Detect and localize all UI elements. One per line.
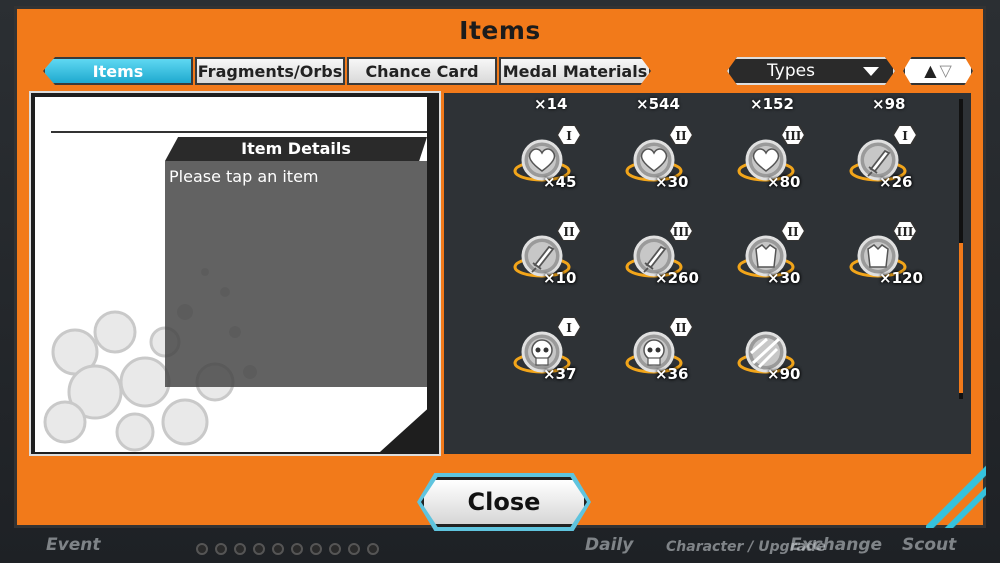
tab-fragments-orbs[interactable]: Fragments/Orbs (195, 57, 345, 85)
item-count: ×260 (655, 269, 699, 287)
modal-title-bar: Items (17, 9, 983, 53)
svg-text:II: II (675, 321, 687, 335)
close-button[interactable]: Close (421, 477, 587, 527)
types-dropdown-label: Types (767, 61, 815, 81)
grid-item[interactable]: III ×120 (835, 219, 935, 299)
rank-badge-icon: III (667, 220, 695, 242)
svg-text:I: I (902, 129, 908, 143)
bg-daily-label: Daily (585, 535, 634, 555)
grid-item[interactable]: I ×45 (499, 123, 599, 203)
svg-text:II: II (563, 225, 575, 239)
bg-event-label: Event (46, 535, 101, 555)
svg-text:II: II (787, 225, 799, 239)
top-row-count: ×14 (534, 95, 568, 113)
item-details-placeholder: Please tap an item (169, 167, 319, 186)
grid-item[interactable]: II ×10 (499, 219, 599, 299)
items-modal: Items Items Fragments/Orbs Chance Card M… (14, 6, 986, 531)
tab-bar: Items Fragments/Orbs Chance Card Medal M… (43, 57, 651, 85)
grid-item[interactable]: II ×30 (611, 123, 711, 203)
item-details-body: Please tap an item (165, 161, 427, 387)
item-count: ×10 (543, 269, 577, 287)
types-dropdown[interactable]: Types (727, 57, 895, 85)
arrow-down-icon: ▽ (939, 61, 952, 80)
details-divider (51, 131, 427, 133)
grid-item[interactable]: III ×260 (611, 219, 711, 299)
item-count: ×37 (543, 365, 577, 383)
grid-item[interactable]: II ×36 (611, 315, 711, 395)
svg-text:I: I (566, 129, 572, 143)
svg-text:II: II (675, 129, 687, 143)
top-row-count: ×544 (636, 95, 680, 113)
top-row-count: ×152 (750, 95, 794, 113)
item-count: ×26 (879, 173, 913, 191)
grid-item[interactable]: III ×80 (723, 123, 823, 203)
grid-item[interactable]: II ×30 (723, 219, 823, 299)
rank-badge-icon: I (891, 124, 919, 146)
rank-badge-icon: I (555, 316, 583, 338)
tab-chance-card[interactable]: Chance Card (347, 57, 497, 85)
top-row-count: ×98 (872, 95, 906, 113)
chevron-down-icon (863, 67, 879, 76)
item-count: ×30 (655, 173, 689, 191)
item-details-header: Item Details (165, 137, 427, 161)
svg-text:III: III (785, 129, 802, 143)
rank-badge-icon: II (555, 220, 583, 242)
grid-item[interactable]: I ×37 (499, 315, 599, 395)
rank-badge-icon: II (667, 124, 695, 146)
rank-badge-icon: II (667, 316, 695, 338)
modal-title: Items (459, 16, 541, 45)
bg-page-dots (196, 543, 379, 555)
item-count: ×80 (767, 173, 801, 191)
item-count: ×30 (767, 269, 801, 287)
grid-item[interactable]: I ×26 (835, 123, 935, 203)
svg-text:III: III (897, 225, 914, 239)
arrow-up-icon: ▲ (924, 61, 937, 80)
tab-medal-materials[interactable]: Medal Materials (499, 57, 651, 85)
svg-text:III: III (673, 225, 690, 239)
item-count: ×90 (767, 365, 801, 383)
item-details-panel: Item Details Please tap an item (29, 91, 441, 456)
rank-badge-icon: III (779, 124, 807, 146)
item-count: ×45 (543, 173, 577, 191)
grid-scrollbar-thumb[interactable] (959, 243, 963, 393)
grid-item[interactable]: ×90 (723, 315, 823, 395)
rank-badge-icon: III (891, 220, 919, 242)
bg-exchange-label: Exchange (790, 535, 883, 555)
item-count: ×36 (655, 365, 689, 383)
bg-scout-label: Scout (902, 535, 957, 555)
sort-order-button[interactable]: ▲ ▽ (903, 57, 973, 85)
details-backdrop: Item Details Please tap an item (35, 97, 427, 452)
rank-badge-icon: II (779, 220, 807, 242)
item-grid[interactable]: ×14 ×544 ×152 ×98 I ×45 II ×30 III ×80 I ×26 II ×… (441, 91, 973, 456)
tab-items[interactable]: Items (43, 57, 193, 85)
item-count: ×120 (879, 269, 923, 287)
svg-text:I: I (566, 321, 572, 335)
rank-badge-icon: I (555, 124, 583, 146)
